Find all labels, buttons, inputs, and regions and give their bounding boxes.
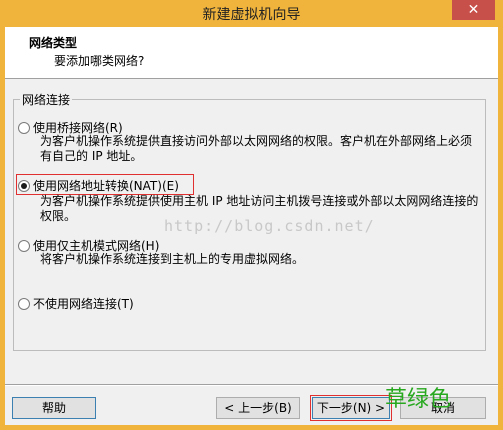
option-no-network[interactable]: 不使用网络连接(T) bbox=[18, 295, 134, 312]
radio-no-network[interactable] bbox=[18, 297, 30, 310]
overlay-stamp-text: 草绿色 bbox=[385, 387, 452, 412]
close-button[interactable]: ✕ bbox=[452, 0, 495, 20]
wizard-header: 网络类型 要添加哪类网络? bbox=[5, 27, 498, 79]
next-button[interactable]: 下一步(N) > bbox=[312, 397, 390, 419]
radio-host-only[interactable] bbox=[18, 239, 30, 252]
page-title: 网络类型 bbox=[29, 36, 78, 50]
dialog-client: 网络类型 要添加哪类网络? 网络连接 使用桥接网络(R) 为客户机操作系统提供直… bbox=[5, 27, 498, 425]
watermark: http://blog.csdn.net/ bbox=[164, 217, 375, 235]
page-subtitle: 要添加哪类网络? bbox=[54, 54, 145, 68]
back-button[interactable]: < 上一步(B) bbox=[216, 397, 300, 419]
description-line: 将客户机操作系统连接到主机上的专用虚拟网络。 bbox=[40, 252, 305, 266]
wizard-window: 新建虚拟机向导 ✕ 网络类型 要添加哪类网络? 网络连接 使用桥接网络(R) 为… bbox=[0, 0, 503, 430]
title-bar[interactable]: 新建虚拟机向导 ✕ bbox=[0, 0, 503, 27]
radio-nat[interactable] bbox=[18, 179, 30, 192]
close-icon: ✕ bbox=[467, 2, 480, 18]
description-line: 为客户机操作系统提供使用主机 IP 地址访问主机拨号连接或外部以太网网络连接的 bbox=[40, 194, 479, 208]
option-label: 不使用网络连接(T) bbox=[33, 297, 134, 311]
option-nat[interactable]: 使用网络地址转换(NAT)(E) bbox=[18, 177, 179, 194]
option-label: 使用网络地址转换(NAT)(E) bbox=[33, 179, 179, 193]
window-title: 新建虚拟机向导 bbox=[202, 7, 301, 23]
description-line: 为客户机操作系统提供直接访问外部以太网网络的权限。客户机在外部网络上必须 bbox=[40, 134, 473, 148]
help-button[interactable]: 帮助 bbox=[12, 397, 96, 419]
radio-bridged[interactable] bbox=[18, 121, 30, 134]
option-description: 将客户机操作系统连接到主机上的专用虚拟网络。 bbox=[40, 252, 304, 267]
group-label: 网络连接 bbox=[20, 91, 73, 108]
option-description: 为客户机操作系统提供直接访问外部以太网网络的权限。客户机在外部网络上必须 有自己… bbox=[40, 134, 472, 164]
description-line: 有自己的 IP 地址。 bbox=[40, 149, 143, 163]
